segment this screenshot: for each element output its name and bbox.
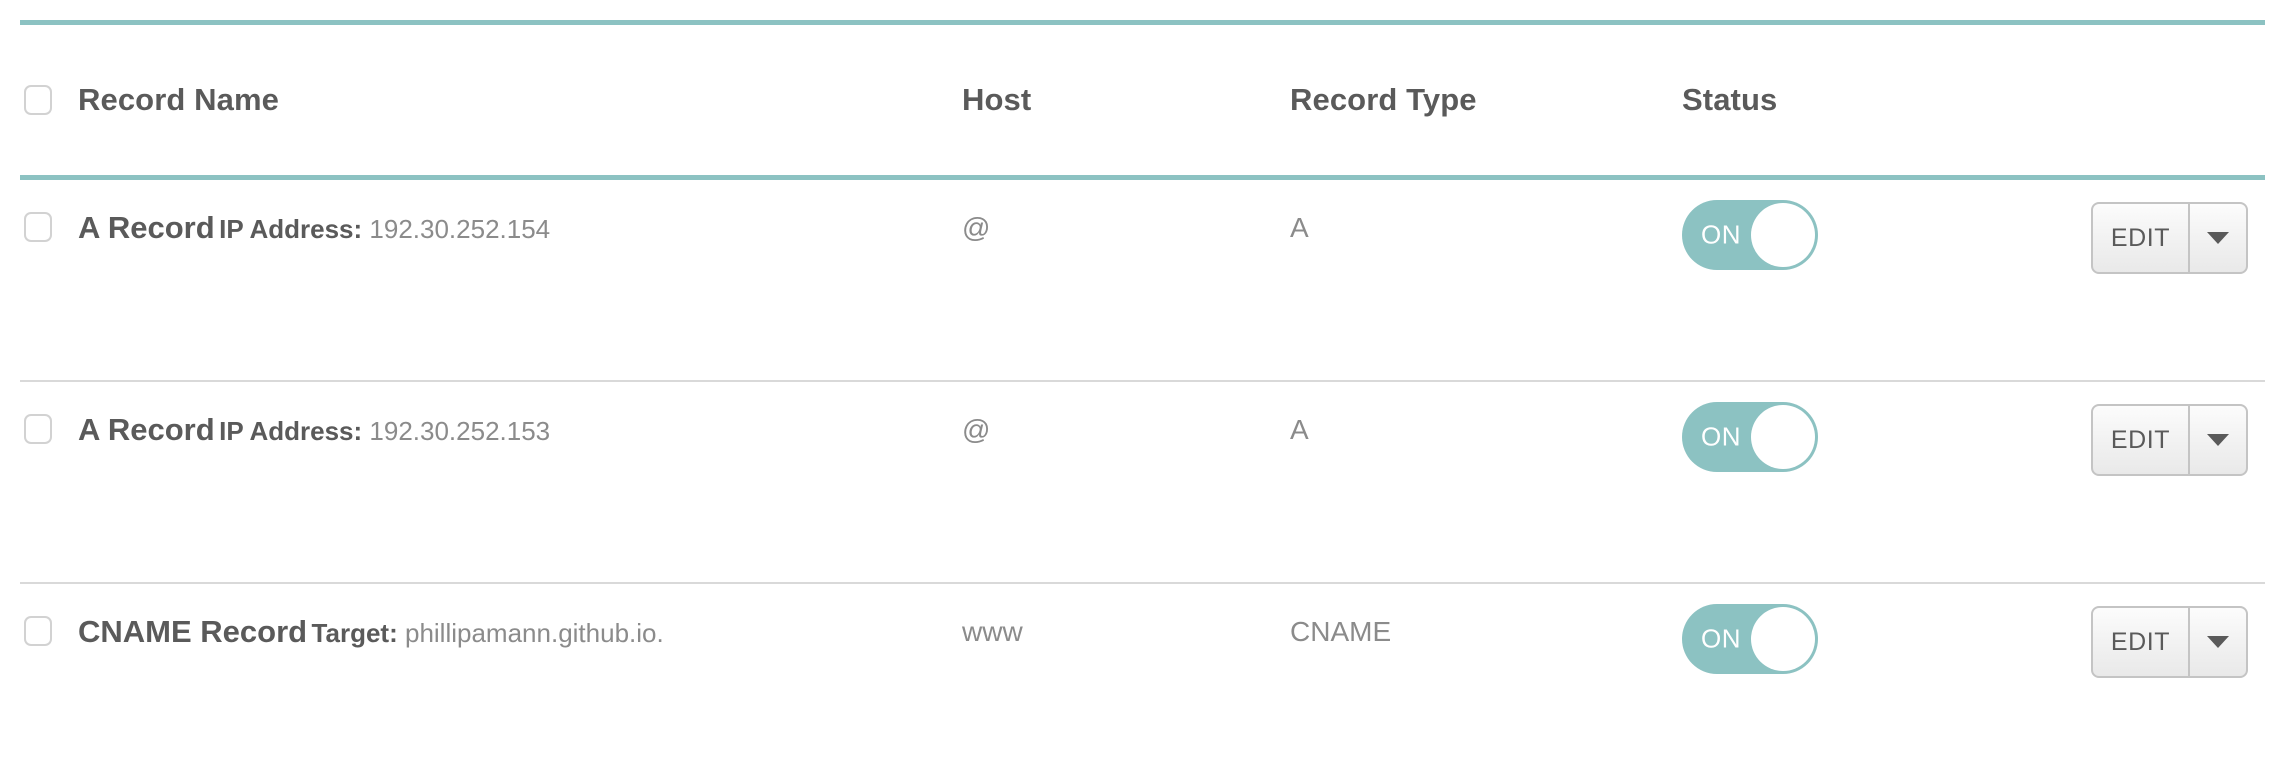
row-cell-host: www: [960, 616, 1290, 648]
row-select-checkbox[interactable]: [24, 616, 52, 646]
record-name-label: A Record: [78, 412, 215, 447]
status-toggle-label: ON: [1701, 219, 1741, 250]
status-toggle-switch[interactable]: ON: [1682, 604, 1818, 674]
edit-button[interactable]: EDIT: [2093, 608, 2190, 676]
status-toggle-switch[interactable]: ON: [1682, 200, 1818, 270]
row-cell-record-type: A: [1290, 212, 1680, 244]
dns-records-page: Record Name Host Record Type Status A Re…: [0, 0, 2290, 772]
header-cell-record-type: Record Type: [1290, 82, 1680, 118]
header-label-record-type: Record Type: [1290, 82, 1477, 117]
row-cell-record-name: CNAME Record Target: phillipamann.github…: [20, 616, 960, 648]
chevron-down-icon: [2207, 232, 2229, 244]
chevron-down-icon: [2207, 434, 2229, 446]
record-detail: IP Address: 192.30.252.154: [219, 214, 550, 244]
record-detail-label: Target:: [311, 618, 398, 648]
edit-button-group: EDIT: [2091, 202, 2248, 274]
status-toggle-knob: [1751, 405, 1815, 469]
header-cell-host: Host: [960, 82, 1290, 118]
record-detail-label: IP Address:: [219, 416, 363, 446]
header-label-record-name: Record Name: [78, 82, 279, 117]
record-detail-value: 192.30.252.154: [369, 214, 551, 244]
edit-button-group: EDIT: [2091, 606, 2248, 678]
table-row: A Record IP Address: 192.30.252.153 @ A …: [20, 382, 2265, 582]
status-toggle-label: ON: [1701, 623, 1741, 654]
record-type-value: A: [1290, 414, 1309, 445]
record-detail: Target: phillipamann.github.io.: [312, 618, 664, 648]
header-label-host: Host: [962, 82, 1032, 117]
edit-button[interactable]: EDIT: [2093, 406, 2190, 474]
record-host-value: @: [962, 414, 991, 445]
row-cell-record-type: A: [1290, 414, 1680, 446]
table-row: A Record IP Address: 192.30.252.154 @ A …: [20, 180, 2265, 380]
row-cell-status: ON: [1680, 402, 2060, 472]
header-label-status: Status: [1682, 82, 1778, 117]
select-all-checkbox[interactable]: [24, 85, 52, 115]
row-cell-status: ON: [1680, 604, 2060, 674]
header-cell-record-name: Record Name: [20, 82, 960, 118]
row-cell-record-name: A Record IP Address: 192.30.252.153: [20, 414, 960, 446]
record-type-value: A: [1290, 212, 1309, 243]
record-host-value: www: [962, 616, 1023, 647]
record-name-label: CNAME Record: [78, 614, 308, 649]
row-cell-record-name: A Record IP Address: 192.30.252.154: [20, 212, 960, 244]
edit-button[interactable]: EDIT: [2093, 204, 2190, 272]
status-toggle-switch[interactable]: ON: [1682, 402, 1818, 472]
table-row: CNAME Record Target: phillipamann.github…: [20, 584, 2265, 772]
header-cell-status: Status: [1680, 82, 2060, 118]
record-detail-label: IP Address:: [219, 214, 363, 244]
chevron-down-icon: [2207, 636, 2229, 648]
table-header-row: Record Name Host Record Type Status: [20, 25, 2265, 175]
dns-records-table: Record Name Host Record Type Status A Re…: [20, 0, 2265, 772]
row-cell-record-type: CNAME: [1290, 616, 1680, 648]
record-type-value: CNAME: [1290, 616, 1392, 647]
edit-dropdown-button[interactable]: [2190, 608, 2246, 676]
record-detail-value: phillipamann.github.io.: [404, 618, 664, 648]
status-toggle-label: ON: [1701, 421, 1741, 452]
row-cell-host: @: [960, 212, 1290, 244]
record-host-value: @: [962, 212, 991, 243]
record-detail-value: 192.30.252.153: [369, 416, 551, 446]
status-toggle-knob: [1751, 203, 1815, 267]
edit-button-group: EDIT: [2091, 404, 2248, 476]
record-detail: IP Address: 192.30.252.153: [219, 416, 550, 446]
edit-dropdown-button[interactable]: [2190, 204, 2246, 272]
record-name-label: A Record: [78, 210, 215, 245]
status-toggle-knob: [1751, 607, 1815, 671]
row-cell-host: @: [960, 414, 1290, 446]
row-select-checkbox[interactable]: [24, 414, 52, 444]
row-cell-status: ON: [1680, 200, 2060, 270]
edit-dropdown-button[interactable]: [2190, 406, 2246, 474]
row-select-checkbox[interactable]: [24, 212, 52, 242]
